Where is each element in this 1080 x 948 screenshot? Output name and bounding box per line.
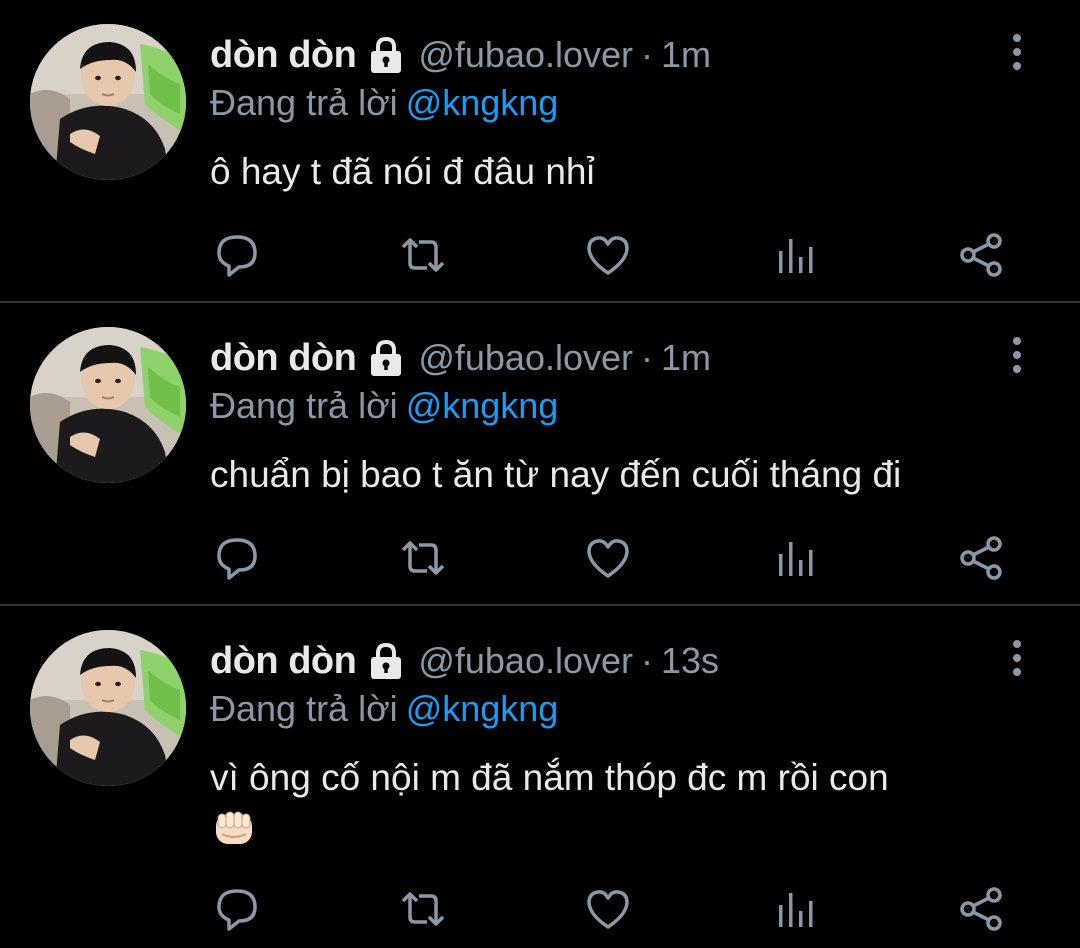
tweet-header: dòn dòn @fubao.lover · 13s bbox=[210, 636, 719, 686]
username-handle[interactable]: @fubao.lover bbox=[418, 34, 633, 76]
like-button[interactable] bbox=[583, 884, 633, 934]
reply-icon bbox=[213, 885, 261, 933]
avatar[interactable] bbox=[30, 630, 186, 786]
replying-to: Đang trả lời @kngkng bbox=[210, 385, 558, 427]
more-vertical-icon[interactable] bbox=[1004, 32, 1030, 72]
more-vertical-icon[interactable] bbox=[1004, 638, 1030, 678]
replying-label: Đang trả lời bbox=[210, 688, 398, 729]
timestamp[interactable]: 1m bbox=[661, 337, 711, 379]
timestamp[interactable]: 1m bbox=[661, 34, 711, 76]
mention-link[interactable]: @kngkng bbox=[406, 385, 559, 426]
share-button[interactable] bbox=[957, 533, 1007, 583]
tweet-text-container: vì ông cố nội m đã nắm thóp đc m rồi con bbox=[210, 754, 1030, 852]
share-icon bbox=[958, 534, 1006, 582]
tweet-actions bbox=[0, 884, 1080, 934]
retweet-button[interactable] bbox=[398, 230, 448, 280]
views-button[interactable] bbox=[770, 533, 820, 583]
timestamp[interactable]: 13s bbox=[661, 640, 719, 682]
display-name[interactable]: dòn dòn bbox=[210, 337, 357, 380]
heart-icon bbox=[584, 534, 632, 582]
separator-dot: · bbox=[641, 337, 654, 378]
heart-icon bbox=[584, 885, 632, 933]
tweet-actions bbox=[0, 533, 1080, 583]
views-icon bbox=[771, 534, 819, 582]
username-handle[interactable]: @fubao.lover bbox=[418, 640, 633, 682]
tweet[interactable]: dòn dòn @fubao.lover · 1m Đang trả lời @k… bbox=[0, 303, 1080, 604]
more-vertical-icon[interactable] bbox=[1004, 335, 1030, 375]
mention-link[interactable]: @kngkng bbox=[406, 82, 559, 123]
share-button[interactable] bbox=[957, 230, 1007, 280]
replying-label: Đang trả lời bbox=[210, 385, 398, 426]
reply-button[interactable] bbox=[212, 884, 262, 934]
views-button[interactable] bbox=[770, 884, 820, 934]
username-handle[interactable]: @fubao.lover bbox=[418, 337, 633, 379]
lock-icon bbox=[366, 641, 406, 681]
tweet-feed: dòn dòn @fubao.lover · 1m Đang trả lời @k… bbox=[0, 0, 1080, 948]
share-icon bbox=[958, 231, 1006, 279]
replying-to: Đang trả lời @kngkng bbox=[210, 82, 558, 124]
retweet-icon bbox=[399, 534, 447, 582]
tweet-header: dòn dòn @fubao.lover · 1m bbox=[210, 333, 711, 383]
reply-icon bbox=[213, 231, 261, 279]
tweet[interactable]: dòn dòn @fubao.lover · 13s Đang trả lời @… bbox=[0, 606, 1080, 948]
retweet-button[interactable] bbox=[398, 884, 448, 934]
retweet-icon bbox=[399, 885, 447, 933]
reply-button[interactable] bbox=[212, 230, 262, 280]
tweet-header: dòn dòn @fubao.lover · 1m bbox=[210, 30, 711, 80]
fist-emoji-icon bbox=[210, 804, 258, 852]
reply-button[interactable] bbox=[212, 533, 262, 583]
heart-icon bbox=[584, 231, 632, 279]
replying-to: Đang trả lời @kngkng bbox=[210, 688, 558, 730]
retweet-button[interactable] bbox=[398, 533, 448, 583]
lock-icon bbox=[366, 35, 406, 75]
replying-label: Đang trả lời bbox=[210, 82, 398, 123]
share-icon bbox=[958, 885, 1006, 933]
lock-icon bbox=[366, 338, 406, 378]
separator-dot: · bbox=[641, 34, 654, 75]
display-name[interactable]: dòn dòn bbox=[210, 34, 357, 77]
avatar[interactable] bbox=[30, 24, 186, 180]
retweet-icon bbox=[399, 231, 447, 279]
views-button[interactable] bbox=[770, 230, 820, 280]
mention-link[interactable]: @kngkng bbox=[406, 688, 559, 729]
reply-icon bbox=[213, 534, 261, 582]
tweet-text: chuẩn bị bao t ăn từ nay đến cuối tháng … bbox=[210, 454, 902, 495]
views-icon bbox=[771, 885, 819, 933]
separator-dot: · bbox=[641, 640, 654, 681]
tweet-text: vì ông cố nội m đã nắm thóp đc m rồi con bbox=[210, 757, 889, 798]
avatar[interactable] bbox=[30, 327, 186, 483]
tweet[interactable]: dòn dòn @fubao.lover · 1m Đang trả lời @k… bbox=[0, 0, 1080, 301]
tweet-actions bbox=[0, 230, 1080, 280]
tweet-text: ô hay t đã nói đ đâu nhỉ bbox=[210, 151, 595, 192]
share-button[interactable] bbox=[957, 884, 1007, 934]
like-button[interactable] bbox=[583, 533, 633, 583]
like-button[interactable] bbox=[583, 230, 633, 280]
views-icon bbox=[771, 231, 819, 279]
display-name[interactable]: dòn dòn bbox=[210, 640, 357, 683]
